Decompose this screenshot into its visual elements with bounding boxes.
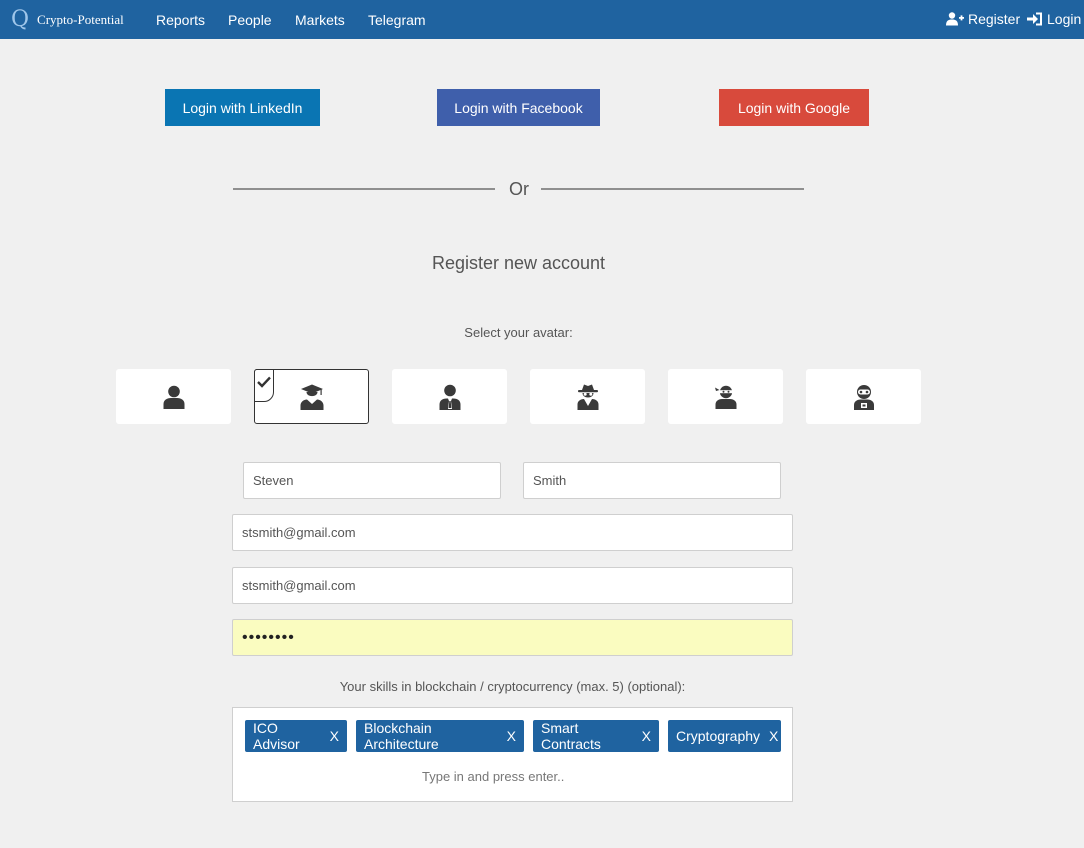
divider-line-left bbox=[233, 188, 495, 190]
linkedin-login-button[interactable]: Login with LinkedIn bbox=[165, 89, 320, 126]
divider-or-text: Or bbox=[509, 179, 529, 199]
skill-tag-blockchain-architecture: Blockchain Architecture X bbox=[356, 720, 524, 752]
check-icon bbox=[257, 376, 271, 388]
page-title: Register new account bbox=[431, 253, 606, 273]
register-label: Register bbox=[968, 11, 1021, 27]
google-login-button[interactable]: Login with Google bbox=[719, 89, 869, 126]
skill-tag-ico-advisor: ICO Advisor X bbox=[245, 720, 347, 752]
remove-tag-button[interactable]: X bbox=[507, 728, 516, 744]
sign-in-icon bbox=[1027, 12, 1042, 26]
selected-check-tab bbox=[254, 369, 274, 402]
brand-logo[interactable]: Q Crypto-Potential bbox=[11, 7, 124, 33]
nav-link-telegram[interactable]: Telegram bbox=[368, 12, 426, 28]
skill-tag-label: Blockchain Architecture bbox=[364, 720, 439, 752]
avatar-option-graduate[interactable] bbox=[254, 369, 369, 424]
skill-tag-label: ICO Advisor bbox=[253, 720, 300, 752]
graduate-icon bbox=[300, 384, 323, 410]
user-icon bbox=[163, 385, 184, 409]
skill-tag-cryptography: Cryptography X bbox=[668, 720, 781, 752]
spy-icon bbox=[577, 384, 598, 410]
remove-tag-button[interactable]: X bbox=[330, 728, 339, 744]
brand-q-icon: Q bbox=[11, 7, 30, 32]
last-name-input[interactable] bbox=[523, 462, 781, 499]
skill-tag-smart-contracts: Smart Contracts X bbox=[533, 720, 659, 752]
robot-icon bbox=[853, 384, 874, 410]
avatar-option-user[interactable] bbox=[116, 369, 231, 424]
businessman-icon bbox=[439, 384, 460, 410]
divider-line-right bbox=[541, 188, 804, 190]
avatar-option-robot[interactable] bbox=[806, 369, 921, 424]
email-input[interactable] bbox=[232, 514, 793, 551]
login-label: Login bbox=[1047, 11, 1082, 27]
user-plus-icon bbox=[946, 12, 964, 26]
brand-text: Crypto-Potential bbox=[37, 12, 124, 27]
skills-label: Your skills in blockchain / cryptocurren… bbox=[339, 679, 686, 694]
facebook-login-button[interactable]: Login with Facebook bbox=[437, 89, 600, 126]
ninja-icon bbox=[714, 385, 736, 409]
email-confirm-input[interactable] bbox=[232, 567, 793, 604]
avatar-option-businessman[interactable] bbox=[392, 369, 507, 424]
avatar-option-spy[interactable] bbox=[530, 369, 645, 424]
avatar-label: Select your avatar: bbox=[464, 325, 573, 340]
remove-tag-button[interactable]: X bbox=[642, 728, 651, 744]
first-name-input[interactable] bbox=[243, 462, 501, 499]
login-link[interactable]: Login bbox=[1027, 11, 1081, 27]
navbar: Q Crypto-Potential Reports People Market… bbox=[0, 0, 1084, 39]
skill-tag-label: Cryptography bbox=[676, 728, 761, 744]
password-input[interactable] bbox=[232, 619, 793, 656]
remove-tag-button[interactable]: X bbox=[769, 728, 778, 744]
avatar-option-ninja[interactable] bbox=[668, 369, 783, 424]
nav-link-reports[interactable]: Reports bbox=[156, 12, 205, 28]
nav-link-markets[interactable]: Markets bbox=[295, 12, 345, 28]
nav-link-people[interactable]: People bbox=[228, 12, 272, 28]
register-link[interactable]: Register bbox=[946, 11, 1020, 27]
skills-input[interactable] bbox=[244, 762, 964, 790]
skill-tag-label: Smart Contracts bbox=[541, 720, 601, 752]
